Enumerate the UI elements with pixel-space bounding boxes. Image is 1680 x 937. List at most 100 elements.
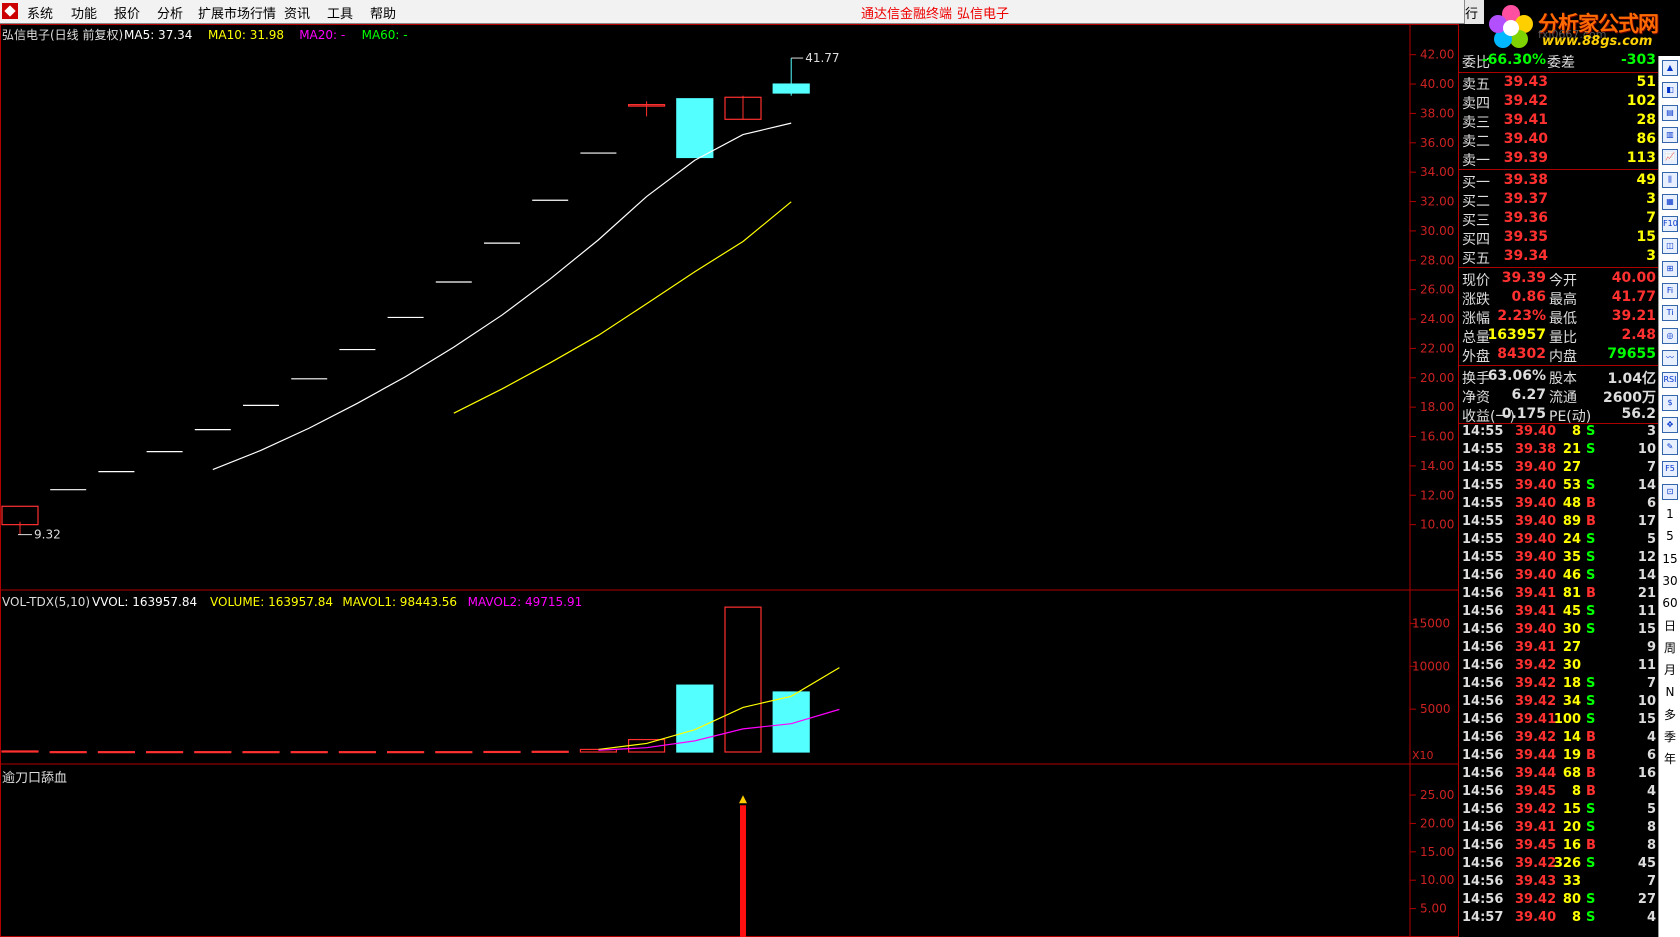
toolbar-button-12[interactable]: ◎ <box>1662 327 1678 344</box>
toolbar-button-25[interactable]: 日 <box>1662 618 1678 634</box>
toolbar-button-8[interactable]: ◫ <box>1662 238 1678 255</box>
tick-time: 14:57 <box>1462 910 1504 925</box>
sell-level-row: 卖一 39.39 113 <box>1459 150 1658 169</box>
stat-row: 涨幅 2.23% 最低 39.21 <box>1459 308 1658 327</box>
tick-count: 17 <box>1637 514 1656 529</box>
toolbar-button-9[interactable]: ⊞ <box>1662 260 1678 277</box>
toolbar-button-30[interactable]: 季 <box>1662 729 1678 745</box>
quote-tab[interactable]: 行 <box>1464 0 1484 24</box>
tick-row: 14:56 39.41 100 S 15 <box>1459 712 1658 730</box>
tick-price: 39.41 <box>1515 640 1557 655</box>
weibi-value: -66.30% <box>1481 52 1546 68</box>
tick-row: 14:56 39.40 30 S 15 <box>1459 622 1658 640</box>
price-tick-label: 30.00 <box>1420 224 1454 238</box>
tick-direction: S <box>1586 694 1596 709</box>
stat-value: 39.21 <box>1611 308 1656 324</box>
buy-label: 买四 <box>1462 232 1490 248</box>
stat-label: 量比 <box>1549 330 1577 346</box>
tick-price: 39.41 <box>1515 586 1557 601</box>
toolbar-button-27[interactable]: 月 <box>1662 662 1678 678</box>
sell-label: 卖二 <box>1462 134 1490 150</box>
tick-volume: 34 <box>1562 694 1581 709</box>
menu-system[interactable]: 系统 <box>27 3 53 22</box>
toolbar-button-17[interactable]: ✎ <box>1662 439 1678 456</box>
terminal-title: 通达信金融终端 <box>861 7 953 22</box>
tick-price: 39.40 <box>1515 550 1557 565</box>
tick-price: 39.38 <box>1515 442 1557 457</box>
tick-row: 14:55 39.40 48 B 6 <box>1459 496 1658 514</box>
toolbar-button-16[interactable]: ✥ <box>1662 416 1678 433</box>
tick-count: 12 <box>1637 550 1656 565</box>
toolbar-button-31[interactable]: 年 <box>1662 751 1678 767</box>
tick-row: 14:56 39.45 8 B 4 <box>1459 784 1658 802</box>
toolbar-button-3[interactable]: ▥ <box>1662 126 1678 143</box>
toolbar-button-5[interactable]: ⫼ <box>1662 171 1678 188</box>
sell-price: 39.42 <box>1503 93 1548 109</box>
tick-row: 14:56 39.41 20 S 8 <box>1459 820 1658 838</box>
weibi-row: 委比 -66.30% 委差 -303 <box>1459 52 1658 71</box>
toolbar-button-21[interactable]: 5 <box>1662 528 1678 544</box>
kline-chart-area[interactable]: 弘信电子(日线 前复权) MA5: 37.34 MA10: 31.98 MA20: -… <box>0 24 1459 937</box>
tick-price: 39.42 <box>1515 856 1557 871</box>
tick-volume: 16 <box>1562 838 1581 853</box>
tick-row: 14:56 39.42 30 11 <box>1459 658 1658 676</box>
ma-label-1: MA10: 31.98 <box>208 28 284 42</box>
toolbar-button-28[interactable]: N <box>1662 684 1678 700</box>
toolbar-button-23[interactable]: 30 <box>1662 573 1678 589</box>
tick-volume: 8 <box>1571 784 1581 799</box>
toolbar-button-18[interactable]: F5 <box>1662 461 1678 478</box>
toolbar-button-15[interactable]: $ <box>1662 394 1678 411</box>
app-logo-icon[interactable] <box>2 3 18 19</box>
tick-list[interactable]: 14:55 39.40 8 S 3 14:55 39.38 21 S 10 14:55 39.40 27… <box>1459 424 1658 937</box>
fund-label: 流通 <box>1549 390 1577 406</box>
volume-bar <box>387 751 425 754</box>
stat-row: 涨跌 0.86 最高 41.77 <box>1459 289 1658 308</box>
tick-price: 39.42 <box>1515 676 1557 691</box>
tick-direction: S <box>1586 442 1596 457</box>
fund-label: 换手 <box>1462 371 1490 387</box>
toolbar-button-24[interactable]: 60 <box>1662 595 1678 611</box>
menu-help[interactable]: 帮助 <box>370 3 396 22</box>
tick-direction: B <box>1586 514 1596 529</box>
volume-bar <box>242 751 280 754</box>
tick-time: 14:56 <box>1462 658 1504 673</box>
menu-quote[interactable]: 报价 <box>114 3 140 22</box>
toolbar-button-7[interactable]: F10 <box>1662 216 1678 233</box>
menu-analysis[interactable]: 分析 <box>157 3 183 22</box>
toolbar-button-4[interactable]: 📈 <box>1662 149 1678 166</box>
tick-volume: 35 <box>1562 550 1581 565</box>
toolbar-button-10[interactable]: Fi <box>1662 283 1678 299</box>
main-chart-title: 弘信电子(日线 前复权) <box>2 27 123 42</box>
stat-row: 总量 163957 量比 2.48 <box>1459 327 1658 346</box>
toolbar-button-22[interactable]: 15 <box>1662 551 1678 567</box>
menu-extended-market[interactable]: 扩展市场行情 <box>198 3 276 22</box>
toolbar-button-11[interactable]: Ti <box>1662 305 1678 322</box>
tick-price: 39.45 <box>1515 784 1557 799</box>
toolbar-button-0[interactable]: ▲ <box>1662 60 1678 76</box>
tick-count: 7 <box>1646 676 1656 691</box>
tick-direction: S <box>1586 568 1596 583</box>
ma10-line <box>453 201 792 414</box>
sell-price: 39.40 <box>1503 131 1548 147</box>
tick-count: 8 <box>1646 820 1656 835</box>
stock-title: 弘信电子 <box>957 7 1010 22</box>
toolbar-button-1[interactable]: ◧ <box>1662 82 1678 99</box>
tick-volume: 19 <box>1562 748 1581 763</box>
toolbar-button-13[interactable]: 〰 <box>1662 349 1678 366</box>
toolbar-button-26[interactable]: 周 <box>1662 640 1678 656</box>
stat-value: 79655 <box>1607 346 1656 362</box>
menu-tools[interactable]: 工具 <box>327 3 353 22</box>
tick-time: 14:56 <box>1462 874 1504 889</box>
tick-row: 14:56 39.44 68 B 16 <box>1459 766 1658 784</box>
tick-price: 39.40 <box>1515 424 1557 439</box>
toolbar-button-14[interactable]: RSI <box>1662 372 1678 389</box>
menu-news[interactable]: 资讯 <box>284 3 310 22</box>
toolbar-button-6[interactable]: ▦ <box>1662 193 1678 210</box>
price-tick-label: 38.00 <box>1420 106 1454 120</box>
tick-direction: B <box>1586 748 1596 763</box>
toolbar-button-29[interactable]: 多 <box>1662 707 1678 723</box>
toolbar-button-19[interactable]: ⊡ <box>1662 483 1678 500</box>
menu-function[interactable]: 功能 <box>71 3 97 22</box>
toolbar-button-2[interactable]: ▤ <box>1662 104 1678 121</box>
toolbar-button-20[interactable]: 1 <box>1662 506 1678 522</box>
